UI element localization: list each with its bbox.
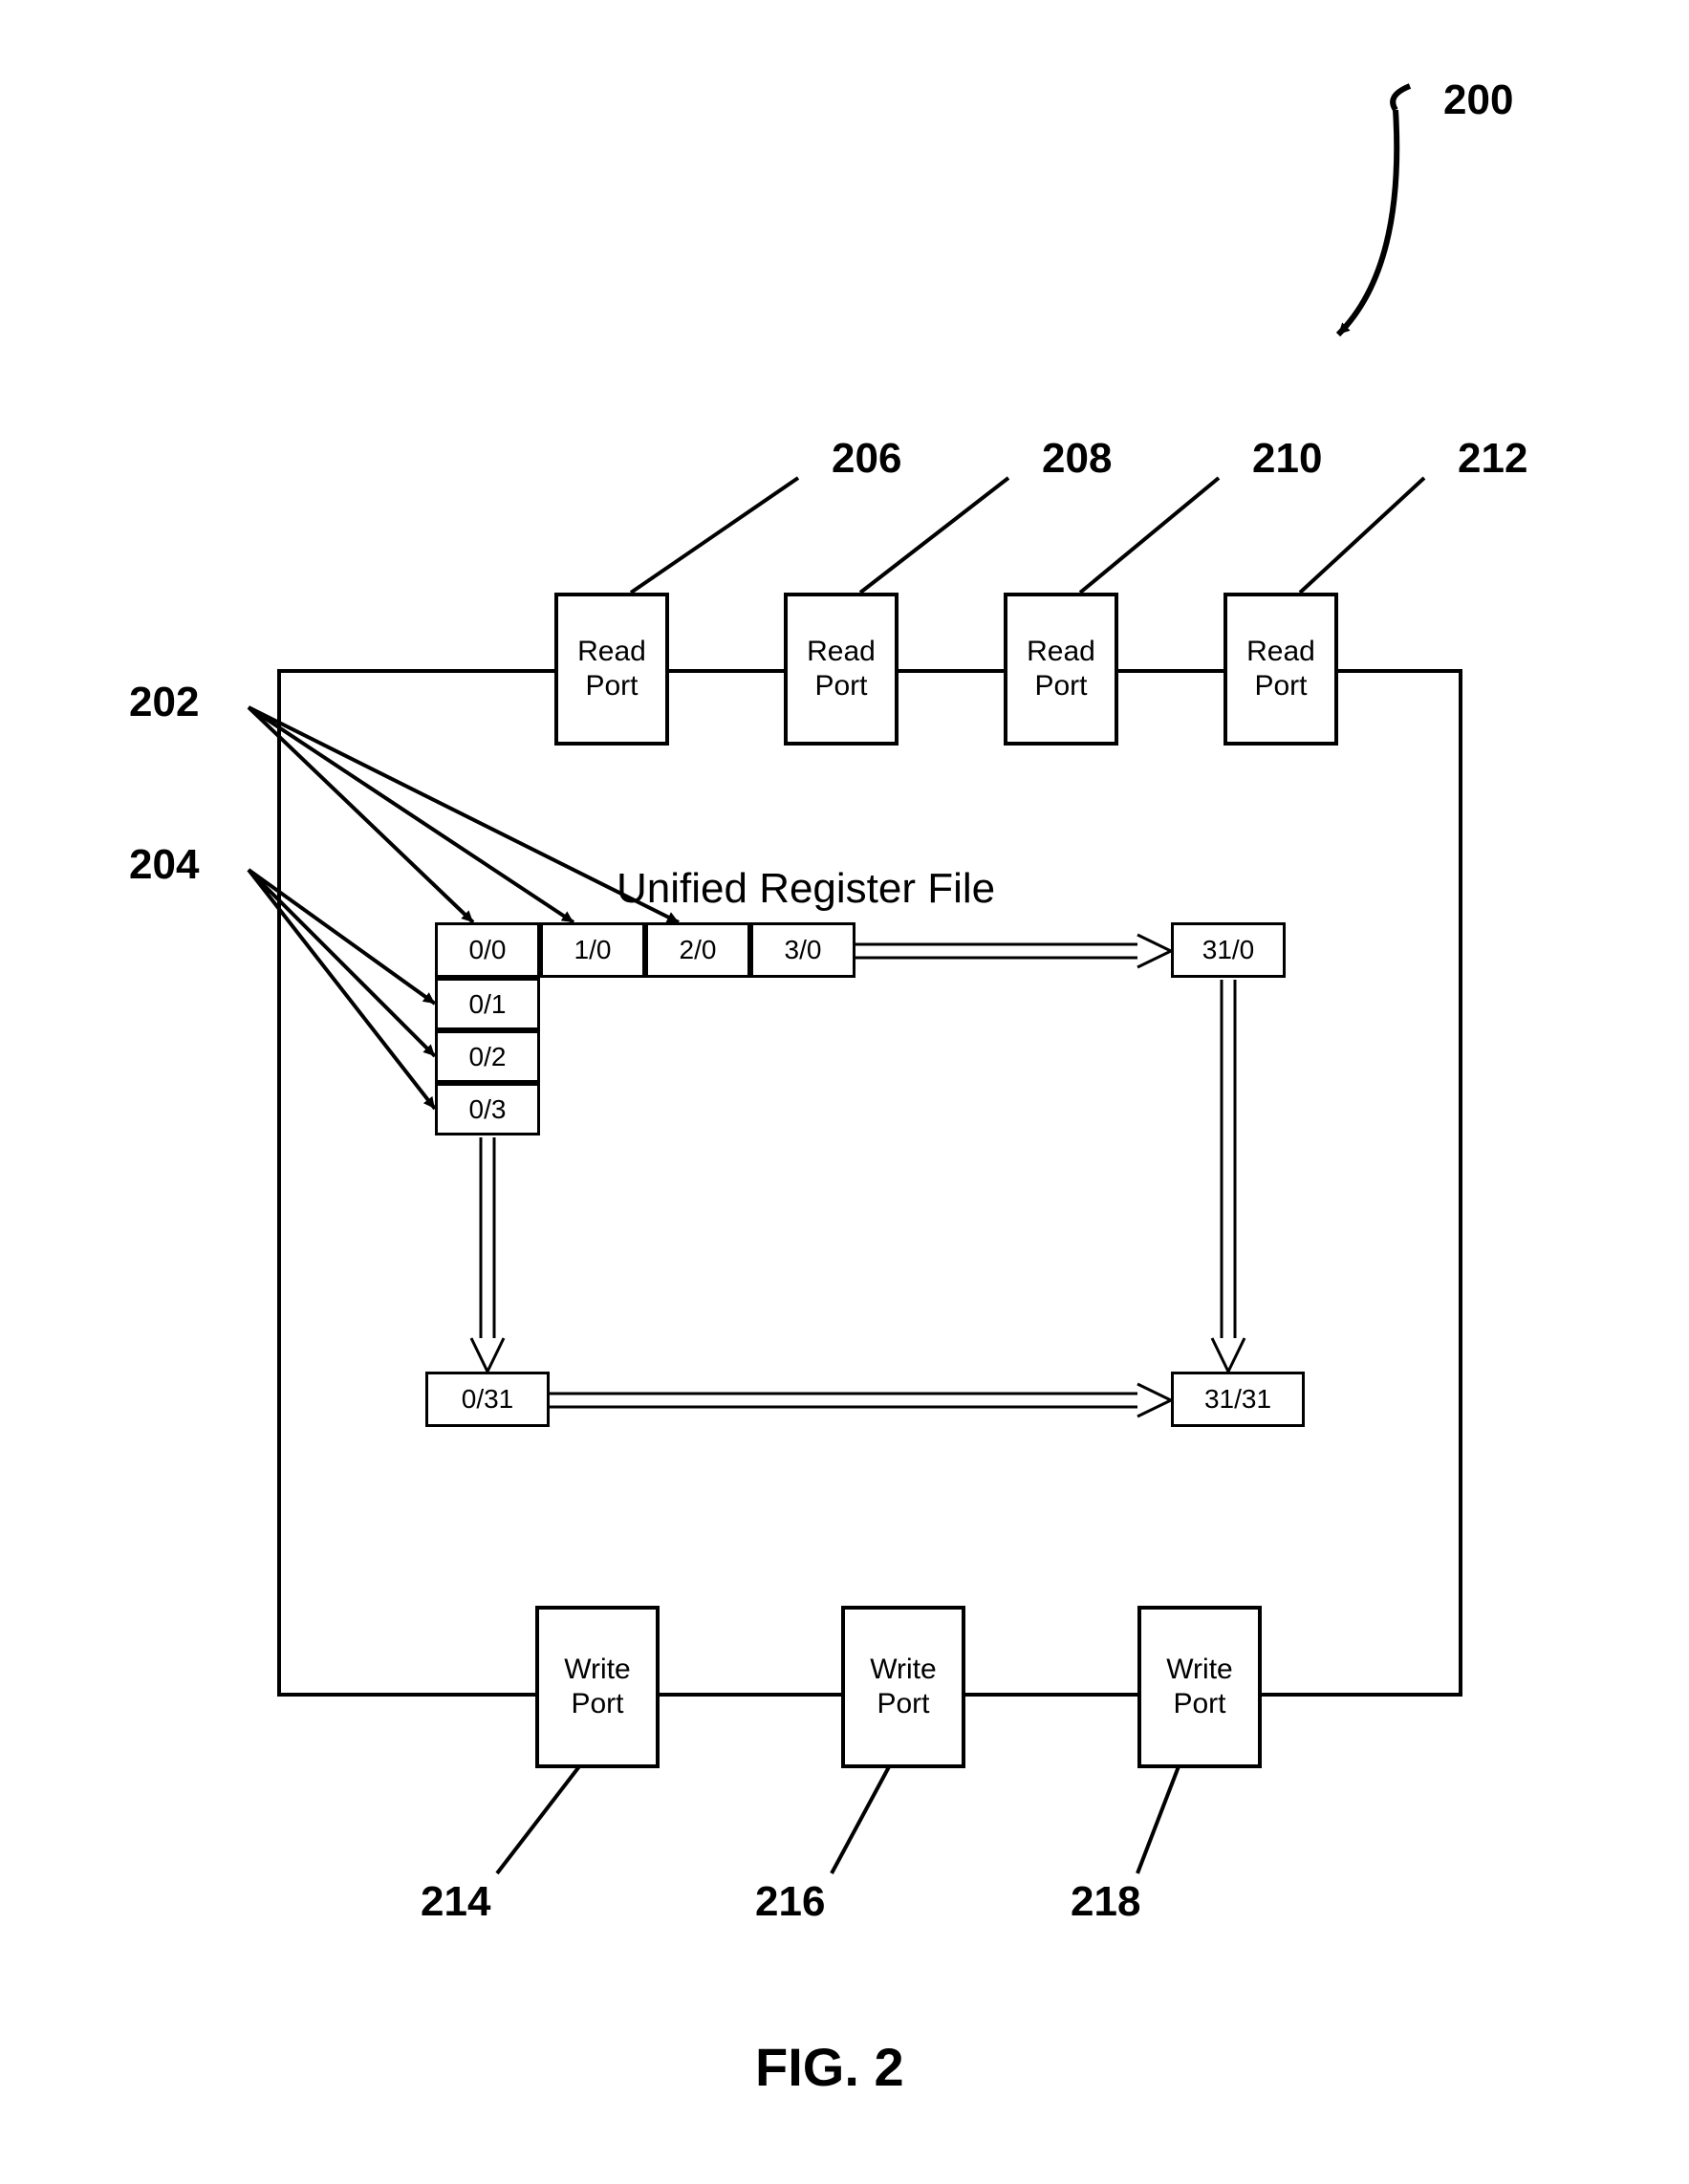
- write-port-text-2: Port: [1173, 1687, 1225, 1721]
- cell-0-31: 0/31: [425, 1372, 550, 1427]
- ref-212-label: 212: [1458, 435, 1527, 483]
- ref-216-label: 216: [755, 1878, 825, 1926]
- write-port-text-1: Write: [1166, 1653, 1232, 1687]
- cell-0-0: 0/0: [435, 922, 540, 978]
- ref-208-label: 208: [1042, 435, 1112, 483]
- write-port-text-1: Write: [870, 1653, 936, 1687]
- ref-206-label: 206: [832, 435, 901, 483]
- read-port-4: Read Port: [1223, 593, 1338, 746]
- unified-register-file-title: Unified Register File: [617, 865, 995, 913]
- ref-202-label: 202: [129, 679, 199, 726]
- figure-caption: FIG. 2: [755, 2036, 904, 2098]
- read-port-2: Read Port: [784, 593, 899, 746]
- write-port-text-2: Port: [877, 1687, 929, 1721]
- read-port-text-1: Read: [807, 635, 876, 669]
- read-port-text-2: Port: [1034, 669, 1087, 703]
- cell-1-0: 1/0: [540, 922, 645, 978]
- read-port-1: Read Port: [554, 593, 669, 746]
- write-port-3: Write Port: [1137, 1606, 1262, 1768]
- cell-31-31: 31/31: [1171, 1372, 1305, 1427]
- read-port-text-1: Read: [577, 635, 646, 669]
- cell-0-3: 0/3: [435, 1083, 540, 1135]
- read-port-text-1: Read: [1027, 635, 1095, 669]
- write-port-text-1: Write: [564, 1653, 630, 1687]
- read-port-3: Read Port: [1004, 593, 1118, 746]
- cell-31-0: 31/0: [1171, 922, 1286, 978]
- read-port-text-1: Read: [1246, 635, 1315, 669]
- ref-218-label: 218: [1071, 1878, 1140, 1926]
- cell-0-1: 0/1: [435, 978, 540, 1030]
- read-port-text-2: Port: [814, 669, 867, 703]
- write-port-text-2: Port: [571, 1687, 623, 1721]
- write-port-2: Write Port: [841, 1606, 965, 1768]
- cell-2-0: 2/0: [645, 922, 750, 978]
- register-file-box: [277, 669, 1462, 1697]
- ref-210-label: 210: [1252, 435, 1322, 483]
- write-port-1: Write Port: [535, 1606, 660, 1768]
- ref-214-label: 214: [421, 1878, 490, 1926]
- read-port-text-2: Port: [1254, 669, 1307, 703]
- cell-0-2: 0/2: [435, 1030, 540, 1083]
- cell-3-0: 3/0: [750, 922, 855, 978]
- read-port-text-2: Port: [585, 669, 638, 703]
- ref-204-label: 204: [129, 841, 199, 889]
- ref-200-label: 200: [1443, 76, 1513, 124]
